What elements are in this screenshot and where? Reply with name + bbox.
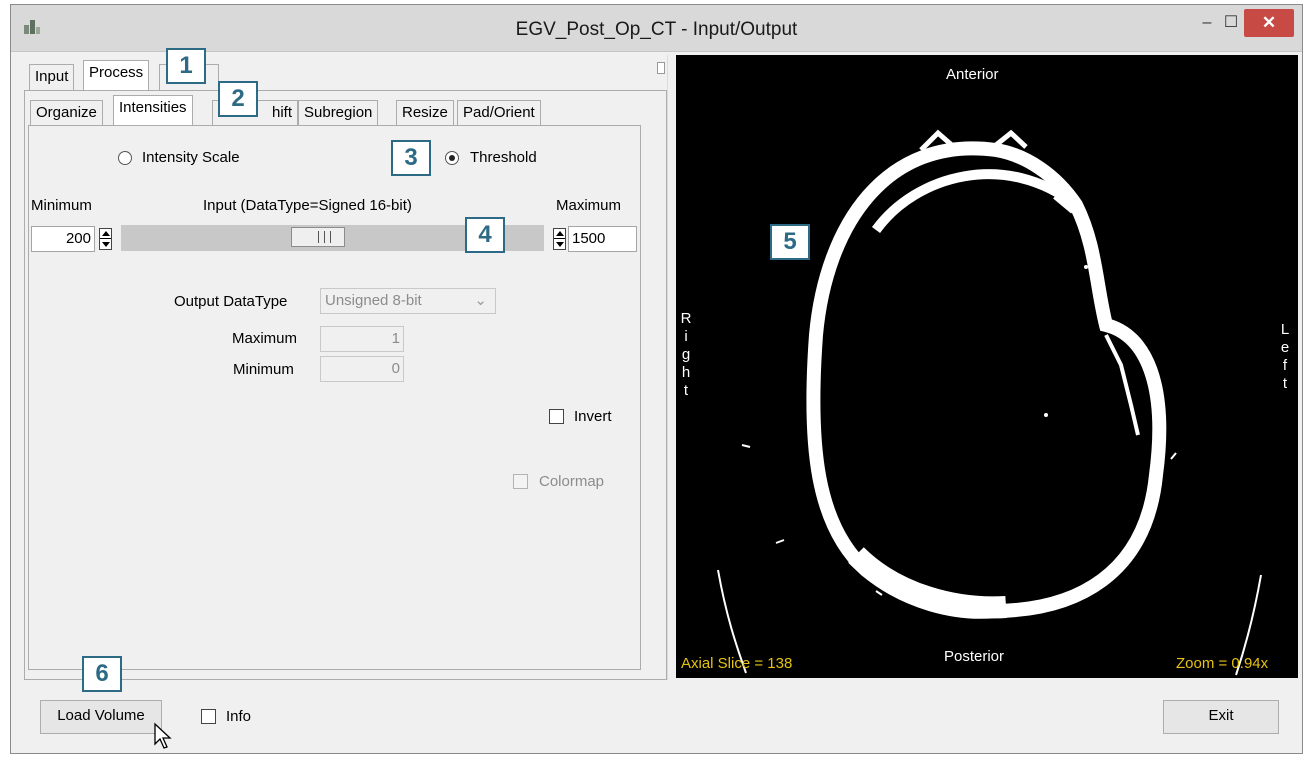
orientation-right: Right [680,310,692,399]
output-minimum-field[interactable]: 0 [320,356,404,382]
image-viewer[interactable]: Anterior Posterior Right Left Axial Slic… [676,55,1298,678]
load-volume-button[interactable]: Load Volume [40,700,162,734]
callout-1: 1 [166,48,206,84]
threshold-radio[interactable] [445,151,459,165]
exit-button[interactable]: Exit [1163,700,1279,734]
ct-slice-image [717,129,1262,676]
threshold-label: Threshold [470,149,537,166]
mouse-cursor-icon [153,722,175,754]
splitter-handle[interactable] [657,62,665,74]
orientation-anterior: Anterior [946,66,999,83]
minimum-field[interactable]: 200 [31,226,95,252]
title-bar: EGV_Post_Op_CT - Input/Output – ☐ ✕ [11,5,1302,52]
maximize-button[interactable]: ☐ [1216,9,1246,37]
intensity-scale-label: Intensity Scale [142,149,240,166]
axial-slice-readout: Axial Slice = 138 [681,655,793,672]
maximum-field[interactable]: 1500 [568,226,637,252]
tab-intensities[interactable]: Intensities [113,95,193,126]
intensity-scale-radio[interactable] [118,151,132,165]
intensity-slider-thumb[interactable] [290,227,345,247]
tab-organize[interactable]: Organize [30,100,103,126]
callout-3: 3 [391,140,431,176]
colormap-checkbox[interactable] [513,474,528,489]
output-datatype-label: Output DataType [174,293,288,310]
tab-resize[interactable]: Resize [396,100,454,126]
callout-2: 2 [218,81,258,117]
close-button[interactable]: ✕ [1244,9,1294,37]
colormap-label: Colormap [539,473,605,490]
output-minimum-label: Minimum [233,361,294,378]
output-maximum-field[interactable]: 1 [320,326,404,352]
callout-4: 4 [465,217,505,253]
maximum-spinner[interactable] [553,228,566,250]
info-label: Info [226,708,252,725]
output-datatype-value: Unsigned 8-bit [325,292,422,309]
output-datatype-select[interactable]: Unsigned 8-bit ⌄ [320,288,496,314]
tab-subregion[interactable]: Subregion [298,100,379,126]
invert-checkbox[interactable] [549,409,564,424]
input-datatype-label: Input (DataType=Signed 16-bit) [203,197,412,214]
tab-input[interactable]: Input [29,64,75,91]
zoom-readout: Zoom = 0.94x [1176,655,1269,672]
orientation-left: Left [1280,321,1290,392]
callout-6: 6 [82,656,122,692]
panel-splitter[interactable] [667,55,676,680]
callout-5: 5 [770,224,810,260]
output-maximum-label: Maximum [232,330,298,347]
tab-process[interactable]: Process [83,60,150,91]
info-checkbox[interactable] [201,709,216,724]
chevron-down-icon: ⌄ [474,292,487,309]
minimum-label: Minimum [31,197,92,214]
invert-label: Invert [574,408,612,425]
orientation-posterior: Posterior [944,648,1005,665]
tab-pad-orient[interactable]: Pad/Orient [457,100,541,126]
minimum-spinner[interactable] [99,228,112,250]
window-title: EGV_Post_Op_CT - Input/Output [515,19,798,40]
maximum-label: Maximum [556,197,622,214]
